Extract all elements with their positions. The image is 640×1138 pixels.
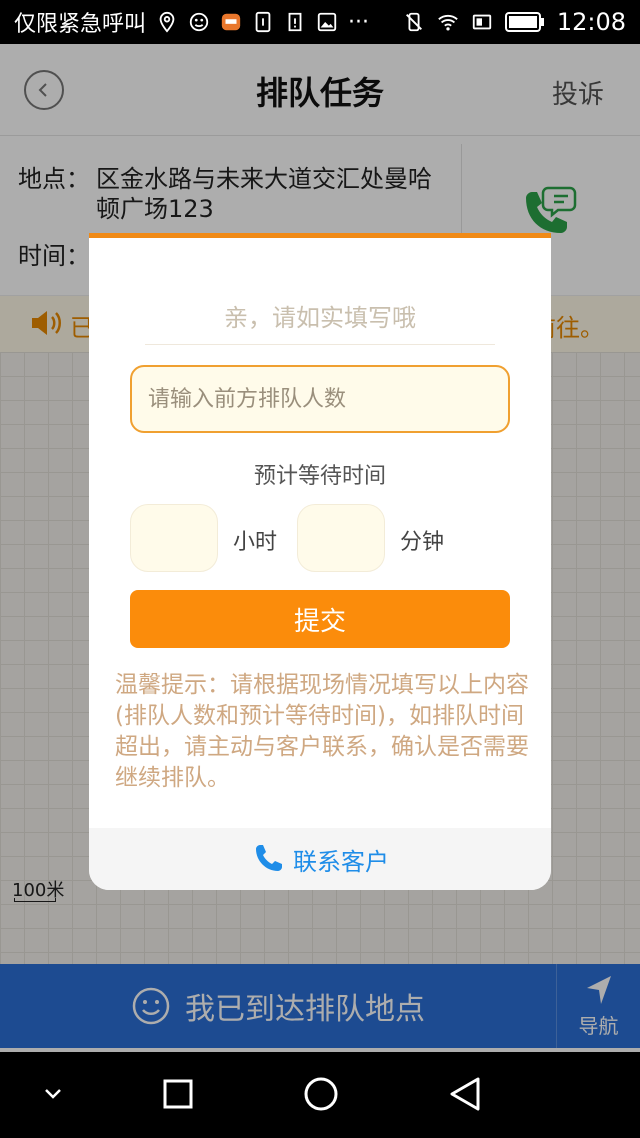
image-icon [317,12,337,32]
recent-apps-button[interactable] [162,1078,194,1110]
vibrate-off-icon [405,12,422,32]
emergency-calls-text: 仅限紧急呼叫 [14,12,147,37]
wait-time-title: 预计等待时间 [253,464,386,489]
more-notifications-text: ··· [348,9,369,35]
queue-info-dialog: 亲，请如实填写哦 预计等待时间 小时 分钟 提交 温馨提示：请根据现场情况填写以… [89,233,551,890]
card-reader-icon [472,14,491,30]
minutes-input[interactable] [297,504,385,572]
home-button[interactable] [303,1076,339,1112]
minutes-unit-label: 分钟 [400,530,445,555]
location-icon [159,11,175,33]
wifi-icon [438,14,458,31]
queue-count-input[interactable] [130,365,510,433]
face-icon [189,12,209,32]
phone-icon [256,845,282,871]
chevron-down-icon[interactable] [42,1086,64,1102]
dialog-hint: 亲，请如实填写哦 [224,304,416,332]
warm-tip-text: 温馨提示：请根据现场情况填写以上内容(排队人数和预计等待时间)，如排队时间超出，… [115,672,529,791]
contact-customer-button[interactable]: 联系客户 [89,828,551,890]
dialog-hint-divider [145,344,495,345]
sim-card-icon [255,11,271,33]
hours-unit-label: 小时 [233,530,278,555]
hours-input[interactable] [130,504,218,572]
contact-customer-label: 联系客户 [293,847,389,876]
battery-icon [504,12,544,32]
status-bar: 仅限紧急呼叫 ··· 12:08 [0,0,640,44]
back-nav-button[interactable] [448,1076,482,1112]
submit-button[interactable]: 提交 [130,590,510,648]
clock: 12:08 [556,8,626,36]
system-nav-bar [0,1052,640,1138]
app-badge-icon [221,13,241,31]
alert-icon [288,12,302,32]
